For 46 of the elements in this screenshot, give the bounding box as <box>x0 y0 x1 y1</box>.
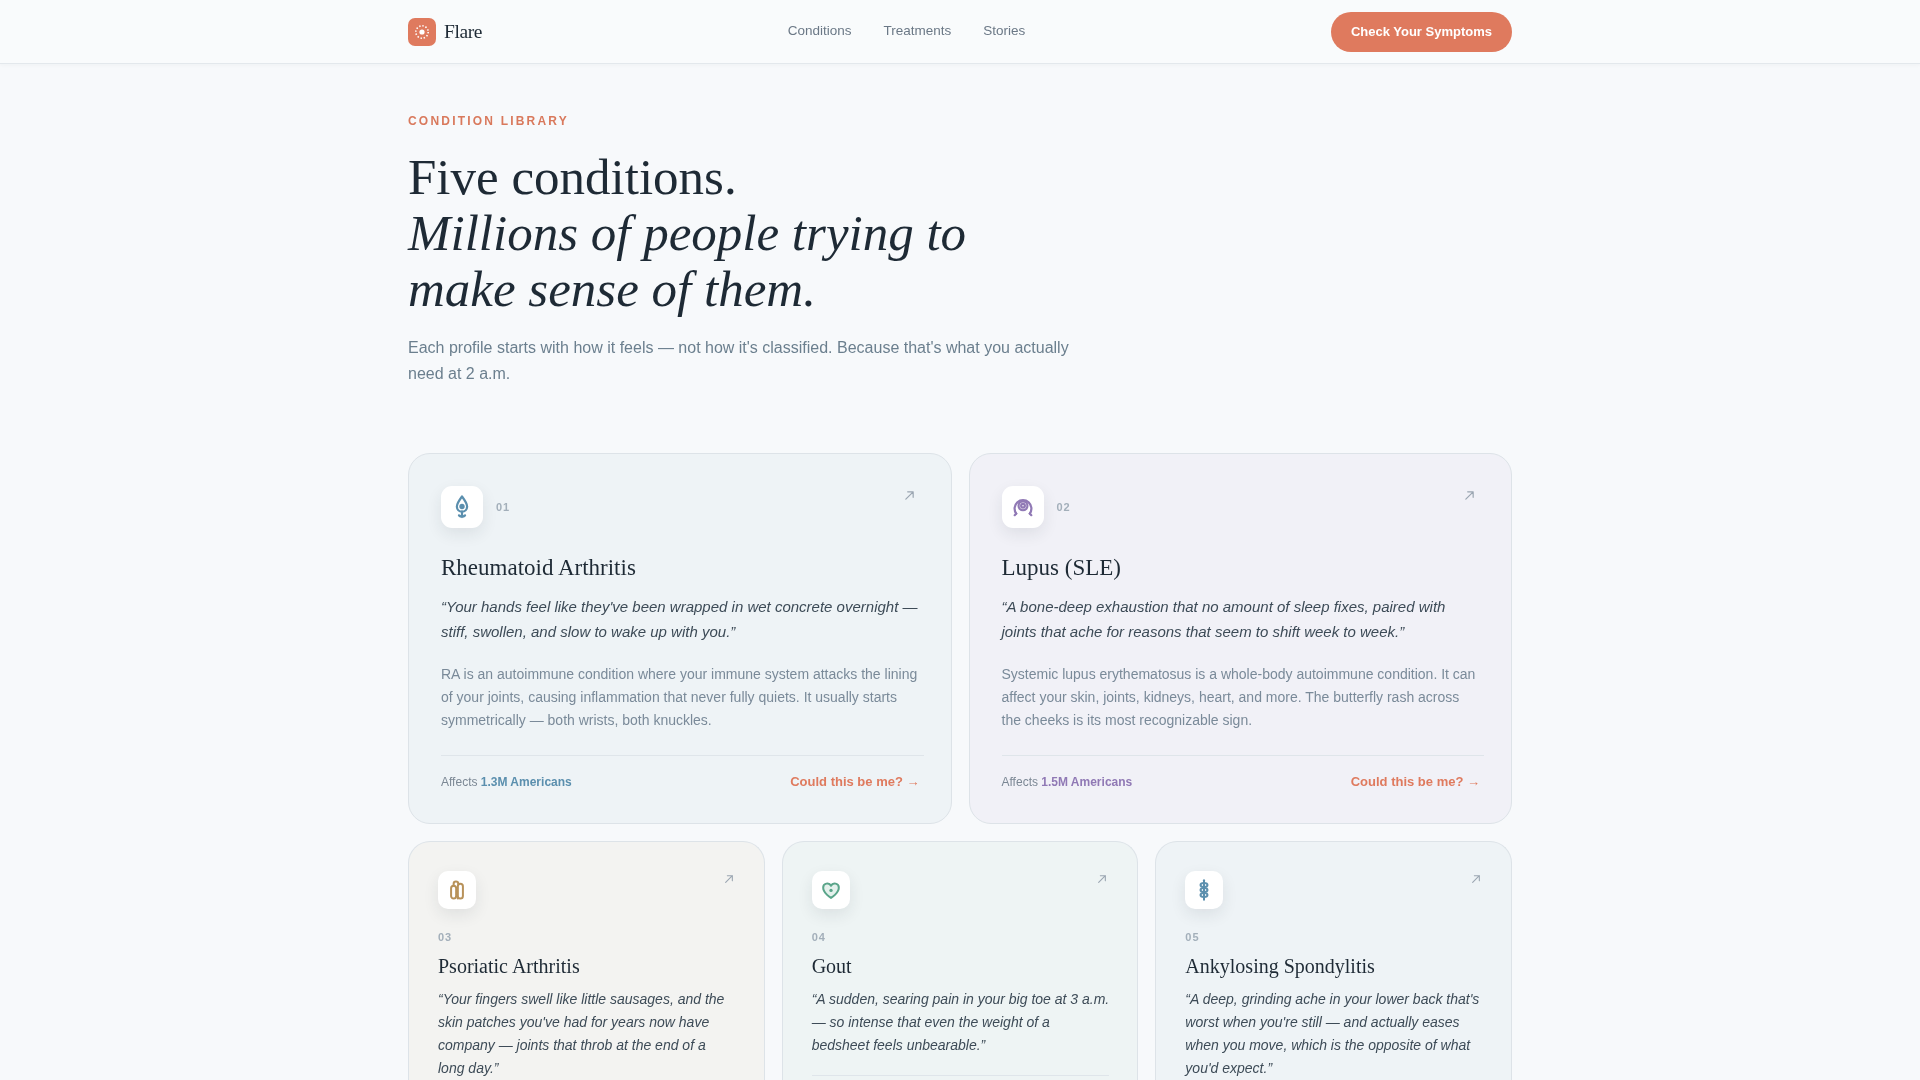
condition-name: Lupus (SLE) <box>1001 554 1122 582</box>
condition-number: 03 <box>438 930 454 944</box>
condition-description: Systemic lupus erythematosus is a whole-body autoimmune condition. It can affect your skin, joints, kidneys, heart, and more. The butterfly rash across the cheeks is its most recognizable sign. <box>1001 665 1477 730</box>
heart-icon <box>811 871 850 909</box>
logo-icon <box>408 17 436 46</box>
condition-number: 02 <box>1056 500 1071 514</box>
condition-name: Ankylosing Spondylitis <box>1185 954 1376 978</box>
nav-link[interactable]: Treatments <box>883 21 952 42</box>
arrow-up-right-icon <box>723 874 734 884</box>
symptom-quote: “A deep, grinding ache in your lower back that's worst when you're still — and actually eases when you move, which is the opposite of what you'd expect.” <box>1185 990 1481 1078</box>
condition-name: Psoriatic Arthritis <box>438 954 581 978</box>
condition-number: 05 <box>1185 930 1201 944</box>
intro-paragraph: Each profile starts with how it feels — not how it's classified. Because that's what you actually need at 2 a.m. <box>408 338 1070 384</box>
condition-card[interactable] <box>408 453 952 824</box>
brand-name[interactable]: Flare <box>444 16 483 47</box>
arrow-up-right-icon <box>1471 874 1481 884</box>
condition-number: 01 <box>496 500 511 514</box>
symptom-quote: “Your fingers swell like little sausages, and the skin patches you've had for years now have company — joints that throb at the end of a long day.” <box>438 990 726 1078</box>
arrow-up-right-icon <box>903 490 915 501</box>
nav-link[interactable]: Conditions <box>787 21 852 42</box>
condition-name: Gout <box>811 954 853 978</box>
condition-card[interactable]: 04 Gout “A sudden, searing pain in your big toe at 3 a.m. — so intense that even the weight of a bedsheet feels unbearable.” <box>781 841 1139 1080</box>
symptom-quote: “A sudden, searing pain in your big toe at 3 a.m. — so intense that even the weight of a bedsheet feels unbearable.” <box>811 990 1110 1055</box>
arrow-up-right-icon <box>1097 874 1108 884</box>
condition-card[interactable]: 03 Psoriatic Arthritis “Your fingers swell like little sausages, and the skin patches you've had for years now have company — joints that throb at the end of a long day.” <box>408 841 765 1080</box>
concentric-rings-icon <box>1001 486 1044 528</box>
nav-link[interactable]: Stories <box>983 21 1026 42</box>
condition-card[interactable] <box>968 453 1512 824</box>
condition-card[interactable]: 05 Ankylosing Spondylitis “A deep, grinding ache in your lower back that's worst when you're still — and actually eases when you move, which is the opposite of what you'd expect.” <box>1155 841 1512 1080</box>
page-headline: Five conditions. <box>408 149 738 205</box>
condition-name: Rheumatoid Arthritis <box>441 554 637 582</box>
condition-description: RA is an autoimmune condition where your immune system attacks the lining of your joints, causing inflammation that never fully quiets. It usually starts symmetrically — both wrists, both knuckles. <box>441 665 919 730</box>
symptom-quote: “Your hands feel like they've been wrapped in wet concrete overnight — stiff, swollen, and slow to wake up with you.” <box>441 597 919 642</box>
symptom-quote: “A bone-deep exhaustion that no amount of sleep fixes, paired with joints that ache for reasons that seem to shift week to week.” <box>1001 597 1447 642</box>
section-eyebrow: CONDITION LIBRARY <box>408 114 570 129</box>
could-this-be-me-link[interactable]: Could this be me? → <box>1350 773 1480 791</box>
affects-count: Affects 1.3M Americans <box>441 774 572 791</box>
droplet-icon <box>441 486 483 528</box>
could-this-be-me-link[interactable]: Could this be me? → <box>790 773 920 791</box>
page-headline-italic: Millions of people trying to make sense of them. <box>408 205 968 317</box>
capsules-icon <box>438 871 476 909</box>
condition-number: 04 <box>811 930 827 944</box>
affects-count: Affects 1.5M Americans <box>1001 774 1133 791</box>
arrow-up-right-icon <box>1464 490 1475 501</box>
check-symptoms-button[interactable]: Check Your Symptoms <box>1330 11 1512 52</box>
spine-icon <box>1185 871 1224 909</box>
